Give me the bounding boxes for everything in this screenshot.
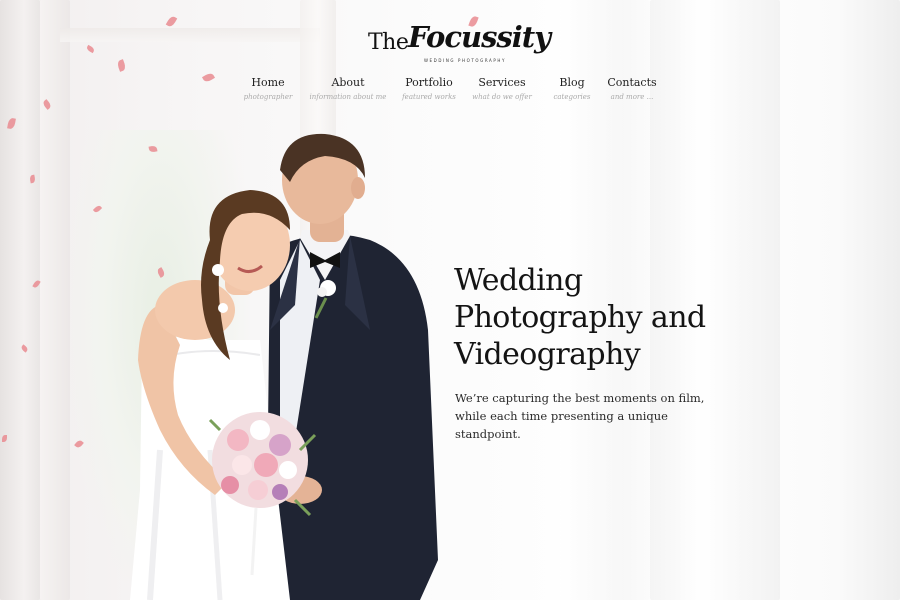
- petal: [85, 44, 96, 54]
- hero-description: We’re capturing the best moments on film…: [455, 391, 705, 441]
- wedding-couple-photo: [130, 133, 438, 600]
- hero-title: Wedding Photography and Videography: [454, 262, 754, 373]
- pillar: [840, 0, 900, 600]
- nav-item-home[interactable]: Home photographer: [223, 76, 313, 101]
- petal: [201, 71, 216, 84]
- nav-sublabel: and more ...: [610, 93, 654, 101]
- logo-tagline: WEDDING PHOTOGRAPHY: [424, 58, 507, 63]
- hero-title-line: Videography: [454, 337, 641, 372]
- hero-title-line: Wedding: [454, 263, 583, 298]
- nav-item-contacts[interactable]: Contacts and more ...: [587, 76, 677, 101]
- logo-prefix: The: [368, 30, 409, 55]
- ceiling-beam: [60, 28, 320, 42]
- hero-title-line: Photography and: [454, 300, 706, 335]
- main-navigation: Home photographer About information abou…: [236, 76, 676, 106]
- pillar: [0, 0, 40, 600]
- nav-label: Contacts: [607, 76, 657, 89]
- logo-wordmark: Focussity: [408, 20, 551, 54]
- petal: [165, 14, 178, 29]
- site-logo[interactable]: The Focussity WEDDING PHOTOGRAPHY: [368, 20, 551, 70]
- nav-label: About: [331, 76, 365, 89]
- nav-sublabel: photographer: [243, 93, 293, 101]
- nav-label: Home: [251, 76, 285, 89]
- petal: [116, 59, 127, 72]
- pillar: [40, 0, 70, 600]
- nav-sublabel: information about me: [309, 93, 387, 101]
- nav-item-about[interactable]: About information about me: [303, 76, 393, 101]
